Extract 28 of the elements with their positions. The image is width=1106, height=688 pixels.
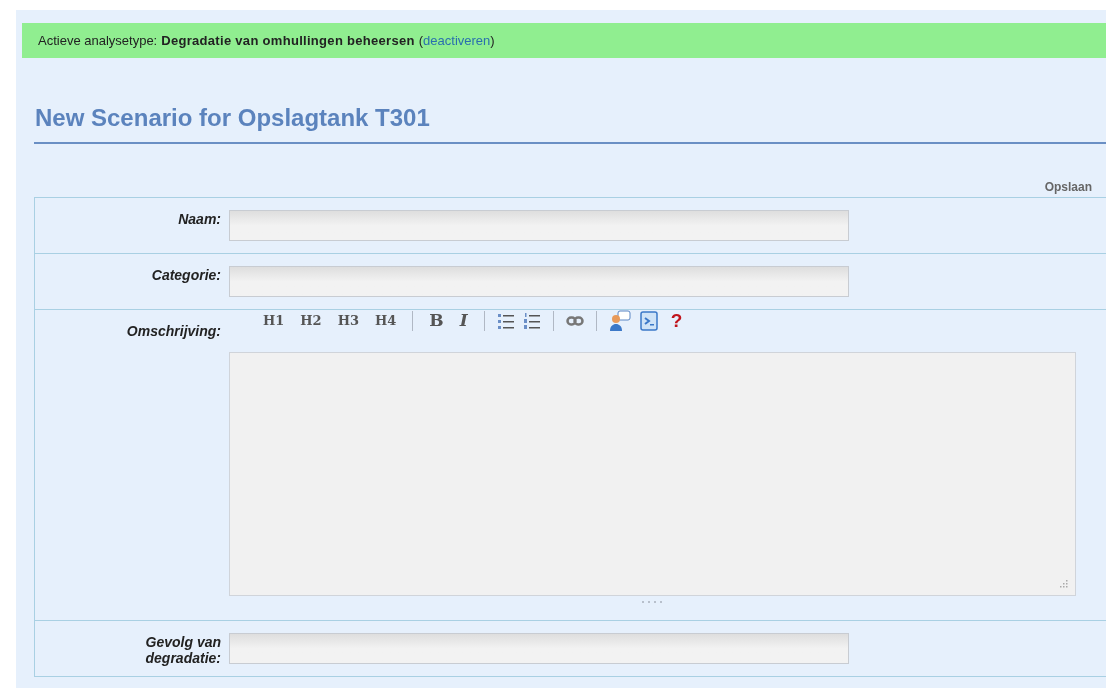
- bullet-list-icon[interactable]: [496, 312, 515, 330]
- text-input-field[interactable]: [229, 633, 849, 664]
- field-label: Omschrijving:: [125, 323, 221, 341]
- deactivate-link[interactable]: deactiveren: [423, 30, 491, 51]
- banner-value: Degradatie van omhullingen beheersen: [161, 31, 415, 50]
- heading-button[interactable]: H2: [296, 309, 326, 333]
- bold-button[interactable]: B: [425, 309, 448, 333]
- heading-button[interactable]: H1: [259, 309, 289, 333]
- heading-button[interactable]: H3: [333, 309, 363, 333]
- field-label: Categorie:: [150, 267, 221, 285]
- help-button[interactable]: ?: [666, 309, 687, 333]
- resize-grip-icon[interactable]: [1060, 580, 1068, 588]
- banner-label: Actieve analysetype:: [38, 31, 158, 50]
- text-input-field[interactable]: [229, 266, 849, 297]
- page-title: New Scenario for Opslagtank T301: [34, 103, 431, 133]
- resize-handle-icon[interactable]: [640, 600, 665, 604]
- save-button[interactable]: Opslaan: [1044, 177, 1092, 197]
- heading-button[interactable]: H4: [371, 309, 401, 333]
- text-input-field[interactable]: [229, 210, 849, 241]
- field-label: Naam:: [177, 211, 221, 229]
- italic-button[interactable]: I: [455, 309, 472, 333]
- field-label: Gevolg van degradatie:: [144, 634, 221, 668]
- banner-paren: (: [418, 31, 424, 50]
- document-icon[interactable]: [638, 310, 659, 332]
- banner-paren: ): [490, 31, 495, 50]
- numbered-list-icon[interactable]: [522, 312, 541, 330]
- user-comment-icon[interactable]: [608, 310, 631, 332]
- link-icon[interactable]: [565, 315, 584, 327]
